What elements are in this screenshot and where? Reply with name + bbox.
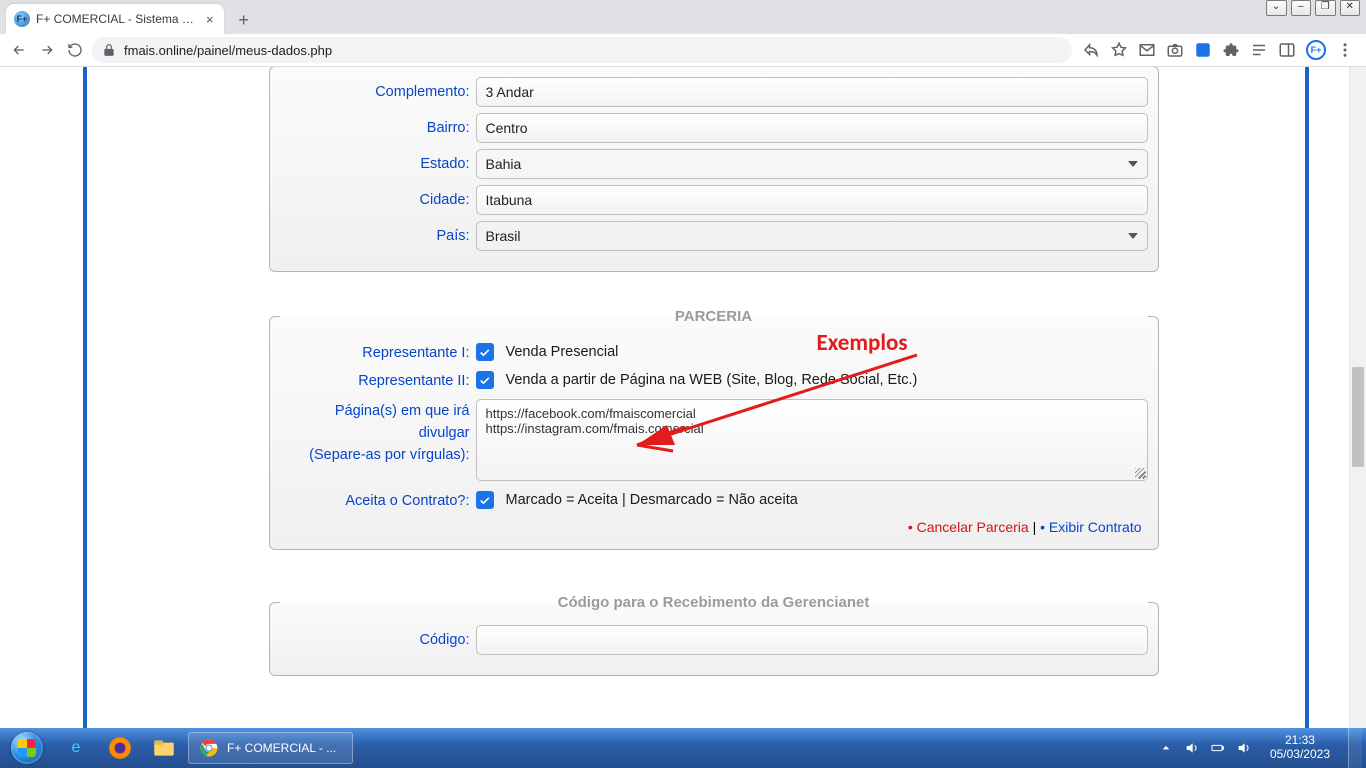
bullet-red: • <box>908 519 913 535</box>
lock-icon <box>102 43 116 57</box>
content-column: Complemento: Bairro: Estado: Bahia <box>87 67 1305 728</box>
reading-list-icon[interactable] <box>1250 41 1268 59</box>
address-bar[interactable]: fmais.online/painel/meus-dados.php <box>92 37 1072 63</box>
window-close-button[interactable]: ✕ <box>1340 0 1361 16</box>
row-representante-2: Representante II: Venda a partir de Pági… <box>280 371 1148 389</box>
input-cidade[interactable] <box>476 185 1148 215</box>
textarea-paginas[interactable]: https://facebook.com/fmaiscomercial http… <box>476 399 1148 481</box>
chrome-menu-icon[interactable] <box>1336 41 1354 59</box>
tray-clock[interactable]: 21:33 05/03/2023 <box>1262 734 1338 762</box>
row-estado: Estado: Bahia <box>280 149 1148 179</box>
extensions-puzzle-icon[interactable] <box>1222 41 1240 59</box>
toolbar-right-icons: F+ <box>1078 40 1358 60</box>
start-button[interactable] <box>0 728 54 768</box>
row-cidade: Cidade: <box>280 185 1148 215</box>
blue-extension-icon[interactable] <box>1194 41 1212 59</box>
forward-button[interactable] <box>36 39 58 61</box>
tray-date: 05/03/2023 <box>1270 748 1330 762</box>
share-icon[interactable] <box>1082 41 1100 59</box>
taskbar-app-explorer[interactable] <box>142 728 186 768</box>
url-text: fmais.online/painel/meus-dados.php <box>124 43 332 58</box>
row-pais: País: Brasil <box>280 221 1148 251</box>
address-panel: Complemento: Bairro: Estado: Bahia <box>269 67 1159 272</box>
row-aceita-contrato: Aceita o Contrato?: Marcado = Aceita | D… <box>280 491 1148 509</box>
row-bairro: Bairro: <box>280 113 1148 143</box>
label-paginas: Página(s) em que irá divulgar (Separe-as… <box>280 399 476 466</box>
taskbar-app-firefox[interactable] <box>98 728 142 768</box>
label-complemento: Complemento: <box>280 84 476 100</box>
links-separator: | <box>1033 519 1041 535</box>
profile-avatar[interactable]: F+ <box>1306 40 1326 60</box>
select-estado[interactable]: Bahia <box>476 149 1148 179</box>
tab-close-icon[interactable]: × <box>206 12 214 27</box>
label-representante-1: Representante I: <box>280 343 476 361</box>
vertical-scrollbar[interactable] <box>1349 67 1366 728</box>
new-tab-button[interactable]: + <box>230 6 258 34</box>
gerencianet-legend: Código para o Recebimento da Gerencianet <box>280 594 1148 611</box>
label-codigo: Código: <box>280 632 476 648</box>
scrollbar-thumb[interactable] <box>1352 367 1364 467</box>
row-complemento: Complemento: <box>280 77 1148 107</box>
taskbar-running-title: F+ COMERCIAL - ... <box>227 741 336 755</box>
tab-favicon: F+ <box>14 11 30 27</box>
taskbar: e F+ COMERCIAL - ... 21:33 05/03/2023 <box>0 728 1366 768</box>
browser-toolbar: fmais.online/painel/meus-dados.php F+ <box>0 34 1366 67</box>
contract-links: • Cancelar Parceria | • Exibir Contrato <box>280 519 1148 535</box>
label-cidade: Cidade: <box>280 192 476 208</box>
tab-title: F+ COMERCIAL - Sistema de Ven <box>36 12 196 26</box>
window-dropdown-button[interactable]: ⌄ <box>1266 0 1287 16</box>
link-exibir-contrato[interactable]: Exibir Contrato <box>1049 519 1142 535</box>
gerencianet-panel: Código para o Recebimento da Gerencianet… <box>269 594 1159 676</box>
checkbox-aceita-contrato[interactable] <box>476 491 494 509</box>
reload-button[interactable] <box>64 39 86 61</box>
bullet-blue: • <box>1040 519 1045 535</box>
start-orb-icon <box>11 732 43 764</box>
back-button[interactable] <box>8 39 30 61</box>
taskbar-running-chrome[interactable]: F+ COMERCIAL - ... <box>188 732 353 764</box>
browser-chrome: F+ F+ COMERCIAL - Sistema de Ven × + fma… <box>0 0 1366 67</box>
label-representante-2: Representante II: <box>280 371 476 389</box>
bookmark-star-icon[interactable] <box>1110 41 1128 59</box>
checkbox-representante-1[interactable] <box>476 343 494 361</box>
window-maximize-button[interactable]: ❐ <box>1315 0 1336 16</box>
side-panel-icon[interactable] <box>1278 41 1296 59</box>
parceria-panel: PARCERIA Representante I: Venda Presenci… <box>269 308 1159 550</box>
link-cancelar-parceria[interactable]: Cancelar Parceria <box>917 519 1029 535</box>
tab-strip: F+ F+ COMERCIAL - Sistema de Ven × + <box>0 0 1366 34</box>
taskbar-app-ie[interactable]: e <box>54 728 98 768</box>
text-aceita-contrato: Marcado = Aceita | Desmarcado = Não acei… <box>506 492 798 508</box>
tray-time: 21:33 <box>1270 734 1330 748</box>
label-pais: País: <box>280 228 476 244</box>
camera-extension-icon[interactable] <box>1166 41 1184 59</box>
page-viewport: Complemento: Bairro: Estado: Bahia <box>0 67 1366 728</box>
text-representante-2: Venda a partir de Página na WEB (Site, B… <box>506 372 918 388</box>
system-tray: 21:33 05/03/2023 <box>1154 728 1366 768</box>
tray-speaker2-icon[interactable] <box>1236 740 1252 756</box>
page: Complemento: Bairro: Estado: Bahia <box>0 67 1349 728</box>
text-representante-1: Venda Presencial <box>506 344 619 360</box>
window-controls: ⌄ – ❐ ✕ <box>1266 0 1366 18</box>
row-codigo: Código: <box>280 625 1148 655</box>
tray-show-hidden-icon[interactable] <box>1158 740 1174 756</box>
parceria-legend: PARCERIA <box>280 308 1148 325</box>
input-complemento[interactable] <box>476 77 1148 107</box>
row-representante-1: Representante I: Venda Presencial <box>280 343 1148 361</box>
mail-extension-icon[interactable] <box>1138 41 1156 59</box>
input-bairro[interactable] <box>476 113 1148 143</box>
page-right-accent <box>1305 67 1309 728</box>
tray-battery-icon[interactable] <box>1210 740 1226 756</box>
row-paginas: Página(s) em que irá divulgar (Separe-as… <box>280 399 1148 481</box>
textarea-resize-grip[interactable] <box>1135 468 1145 478</box>
checkbox-representante-2[interactable] <box>476 371 494 389</box>
tray-speaker-icon[interactable] <box>1184 740 1200 756</box>
input-codigo[interactable] <box>476 625 1148 655</box>
chrome-icon <box>199 738 219 758</box>
label-bairro: Bairro: <box>280 120 476 136</box>
window-minimize-button[interactable]: – <box>1291 0 1312 16</box>
label-aceita-contrato: Aceita o Contrato?: <box>280 491 476 509</box>
label-estado: Estado: <box>280 156 476 172</box>
browser-tab-active[interactable]: F+ F+ COMERCIAL - Sistema de Ven × <box>6 4 224 34</box>
select-pais[interactable]: Brasil <box>476 221 1148 251</box>
show-desktop-button[interactable] <box>1348 728 1362 768</box>
